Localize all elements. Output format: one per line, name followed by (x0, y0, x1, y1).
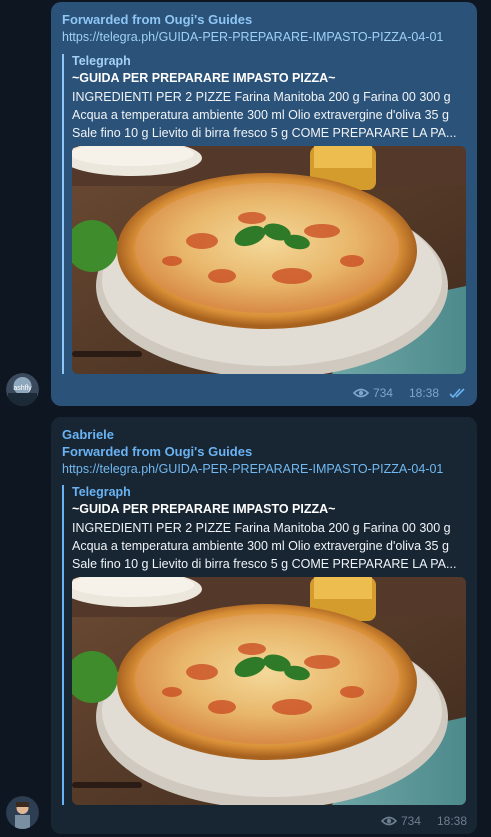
message-bubble-incoming[interactable]: Gabriele Forwarded from Ougi's Guides ht… (51, 417, 477, 834)
double-check-icon (449, 388, 465, 399)
message-time: 18:38 (408, 386, 439, 400)
preview-site-name: Telegraph (72, 485, 131, 499)
forwarded-header[interactable]: Forwarded from Ougi's Guides (62, 12, 252, 27)
message-link[interactable]: https://telegra.ph/GUIDA-PER-PREPARARE-I… (62, 462, 443, 476)
avatar[interactable]: ashfly (6, 373, 39, 406)
preview-site-name: Telegraph (72, 54, 131, 68)
message-bubble-outgoing[interactable]: Forwarded from Ougi's Guides https://tel… (51, 2, 477, 406)
eye-icon (352, 388, 369, 398)
eye-icon (380, 816, 397, 826)
avatar-image: ashfly (6, 373, 39, 406)
avatar-image (6, 796, 39, 829)
sender-name[interactable]: Gabriele (62, 427, 114, 442)
message-meta: 734 18:38 (380, 814, 467, 828)
preview-description: INGREDIENTI PER 2 PIZZE Farina Manitoba … (72, 521, 457, 571)
preview-image[interactable] (72, 577, 466, 805)
link-preview[interactable]: Telegraph ~GUIDA PER PREPARARE IMPASTO P… (62, 54, 466, 374)
avatar-label: ashfly (13, 385, 32, 392)
message-link[interactable]: https://telegra.ph/GUIDA-PER-PREPARARE-I… (62, 30, 443, 44)
forwarded-header[interactable]: Forwarded from Ougi's Guides (62, 444, 252, 459)
avatar[interactable] (6, 796, 39, 829)
link-preview[interactable]: Telegraph ~GUIDA PER PREPARARE IMPASTO P… (62, 485, 466, 805)
message-meta: 734 18:38 (352, 386, 467, 400)
view-count: 734 (372, 386, 393, 400)
preview-image[interactable] (72, 146, 466, 374)
view-count: 734 (400, 814, 421, 828)
message-time: 18:38 (436, 814, 467, 828)
scrollbar[interactable] (487, 0, 491, 837)
preview-description: INGREDIENTI PER 2 PIZZE Farina Manitoba … (72, 90, 457, 140)
preview-title: ~GUIDA PER PREPARARE IMPASTO PIZZA~ (72, 502, 336, 516)
preview-title: ~GUIDA PER PREPARARE IMPASTO PIZZA~ (72, 71, 336, 85)
